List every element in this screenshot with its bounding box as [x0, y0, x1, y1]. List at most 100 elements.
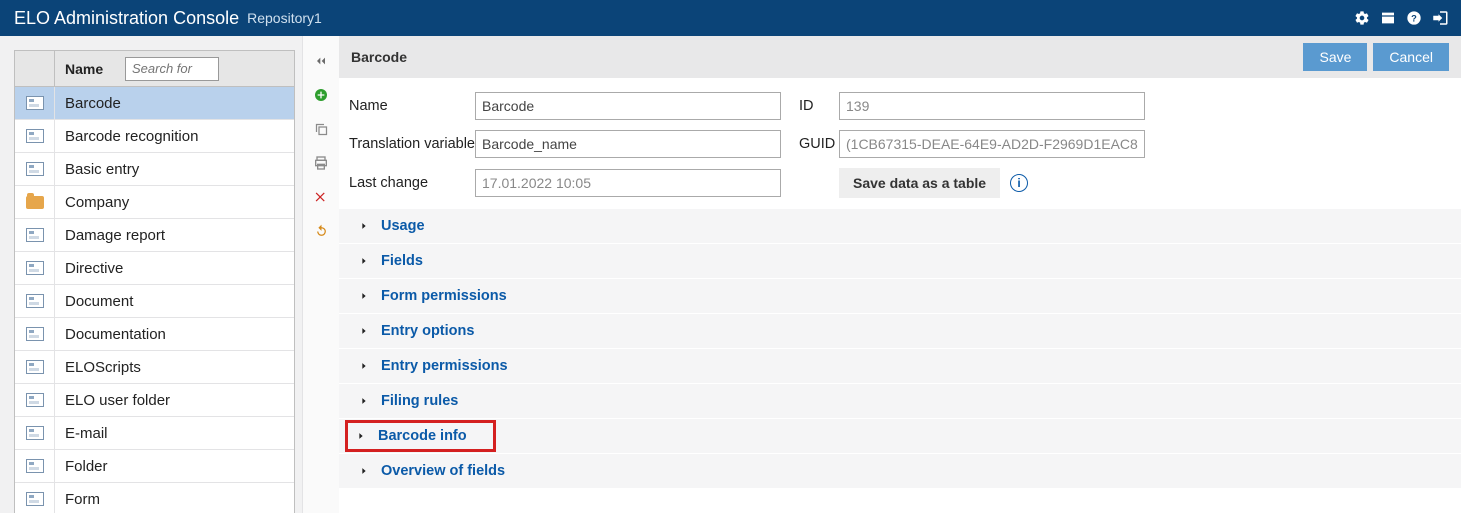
- accordion-section[interactable]: Overview of fields: [339, 453, 1461, 488]
- accordion-section[interactable]: Usage: [339, 208, 1461, 243]
- sidebar-item-label: Form: [55, 491, 100, 508]
- sidebar-item-label: Barcode recognition: [55, 128, 198, 145]
- translation-label: Translation variable: [349, 136, 475, 152]
- guid-field: [839, 130, 1145, 158]
- form-icon: [15, 318, 55, 350]
- form-icon: [15, 285, 55, 317]
- content-area: Barcode Save Cancel Name ID Translation …: [339, 36, 1461, 513]
- page-title: Barcode: [351, 49, 407, 65]
- folder-icon: [15, 186, 55, 218]
- accordion-section[interactable]: Entry permissions: [339, 348, 1461, 383]
- sidebar-item-label: Directive: [55, 260, 123, 277]
- sidebar-item-label: Basic entry: [55, 161, 139, 178]
- delete-icon[interactable]: [310, 186, 332, 208]
- form-icon: [15, 417, 55, 449]
- logout-icon[interactable]: [1429, 7, 1451, 29]
- collapse-icon[interactable]: [310, 50, 332, 72]
- sidebar-header: Name: [15, 51, 294, 87]
- chevron-right-icon: [357, 254, 371, 268]
- accordion-label: Entry options: [381, 323, 474, 339]
- chevron-right-icon: [357, 359, 371, 373]
- page-header: Barcode Save Cancel: [339, 36, 1461, 78]
- accordion-section[interactable]: Entry options: [339, 313, 1461, 348]
- sidebar-item[interactable]: E-mail: [15, 417, 294, 450]
- sidebar: Name Barcode Barcode recognition Basic ent…: [0, 36, 303, 513]
- lastchange-field: [475, 169, 781, 197]
- sidebar-item[interactable]: Damage report: [15, 219, 294, 252]
- sidebar-item-label: ELO user folder: [55, 392, 170, 409]
- app-title: ELO Administration Console: [14, 8, 239, 29]
- chevron-right-icon: [357, 464, 371, 478]
- sidebar-item-label: Damage report: [55, 227, 165, 244]
- accordion-label: Fields: [381, 253, 423, 269]
- info-icon[interactable]: i: [1010, 174, 1028, 192]
- sidebar-item[interactable]: Document: [15, 285, 294, 318]
- sidebar-item[interactable]: ELOScripts: [15, 351, 294, 384]
- form-icon: [15, 252, 55, 284]
- accordion-section[interactable]: Fields: [339, 243, 1461, 278]
- accordion-label: Barcode info: [378, 428, 467, 444]
- form-icon: [15, 384, 55, 416]
- help-icon[interactable]: ?: [1403, 7, 1425, 29]
- sidebar-item[interactable]: Folder: [15, 450, 294, 483]
- chevron-right-icon: [357, 289, 371, 303]
- add-icon[interactable]: [310, 84, 332, 106]
- id-label: ID: [799, 98, 839, 114]
- accordion-section[interactable]: Filing rules: [339, 383, 1461, 418]
- gear-icon[interactable]: [1351, 7, 1373, 29]
- chevron-right-icon: [354, 429, 368, 443]
- guid-label: GUID: [799, 136, 839, 152]
- name-column-header[interactable]: Name: [55, 61, 125, 77]
- sidebar-item[interactable]: Directive: [15, 252, 294, 285]
- search-input[interactable]: [125, 57, 219, 81]
- sidebar-item-label: ELOScripts: [55, 359, 141, 376]
- sidebar-item[interactable]: Form: [15, 483, 294, 513]
- cancel-button[interactable]: Cancel: [1373, 43, 1449, 71]
- accordion-label: Form permissions: [381, 288, 507, 304]
- form-icon: [15, 351, 55, 383]
- window-icon[interactable]: [1377, 7, 1399, 29]
- sidebar-item-label: Company: [55, 194, 129, 211]
- form-icon: [15, 120, 55, 152]
- accordion-section[interactable]: Form permissions: [339, 278, 1461, 313]
- sidebar-item[interactable]: Documentation: [15, 318, 294, 351]
- sidebar-item-label: E-mail: [55, 425, 108, 442]
- refresh-icon[interactable]: [310, 220, 332, 242]
- sidebar-item[interactable]: Company: [15, 186, 294, 219]
- form-icon: [15, 87, 55, 119]
- sidebar-item[interactable]: Barcode recognition: [15, 120, 294, 153]
- translation-field[interactable]: [475, 130, 781, 158]
- copy-icon[interactable]: [310, 118, 332, 140]
- accordion-label: Filing rules: [381, 393, 458, 409]
- sidebar-list: Name Barcode Barcode recognition Basic ent…: [14, 50, 295, 513]
- sidebar-item[interactable]: Basic entry: [15, 153, 294, 186]
- accordion-label: Overview of fields: [381, 463, 505, 479]
- chevron-right-icon: [357, 394, 371, 408]
- sidebar-item[interactable]: Barcode: [15, 87, 294, 120]
- sidebar-item-label: Folder: [55, 458, 108, 475]
- repository-name: Repository1: [247, 10, 322, 26]
- accordion-label: Usage: [381, 218, 425, 234]
- chevron-right-icon: [357, 219, 371, 233]
- form-icon: [15, 483, 55, 513]
- sidebar-item[interactable]: ELO user folder: [15, 384, 294, 417]
- sidebar-item-label: Documentation: [55, 326, 166, 343]
- top-bar: ELO Administration Console Repository1 ?: [0, 0, 1461, 36]
- accordion-section[interactable]: Barcode info: [339, 418, 1461, 453]
- accordion-label: Entry permissions: [381, 358, 508, 374]
- save-data-table-button[interactable]: Save data as a table: [839, 168, 1000, 198]
- sidebar-item-label: Document: [55, 293, 133, 310]
- form-icon: [15, 153, 55, 185]
- save-button[interactable]: Save: [1303, 43, 1367, 71]
- print-icon[interactable]: [310, 152, 332, 174]
- id-field: [839, 92, 1145, 120]
- chevron-right-icon: [357, 324, 371, 338]
- sidebar-item-label: Barcode: [55, 95, 121, 112]
- name-label: Name: [349, 98, 475, 114]
- lastchange-label: Last change: [349, 175, 475, 191]
- tool-column: [303, 36, 339, 513]
- form-icon: [15, 450, 55, 482]
- name-field[interactable]: [475, 92, 781, 120]
- form-icon: [15, 219, 55, 251]
- svg-text:?: ?: [1411, 13, 1417, 23]
